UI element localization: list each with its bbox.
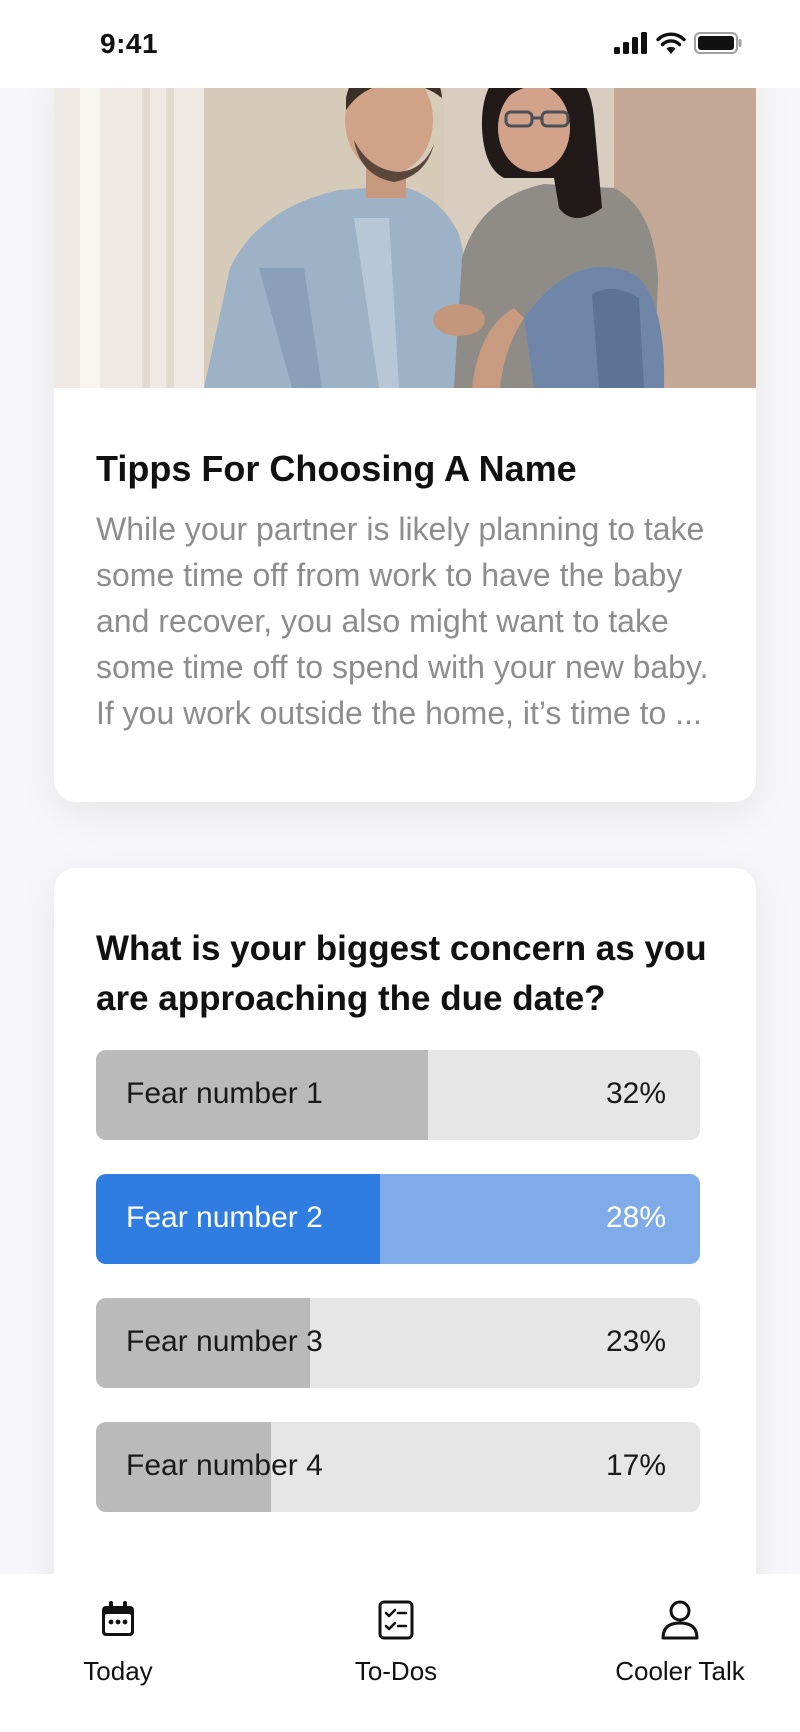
poll-option-label: Fear number 3 [126, 1325, 323, 1358]
status-time: 9:41 [100, 28, 159, 59]
poll-option-percent: 32% [605, 1077, 666, 1110]
tab-cooler-talk-label: Cooler Talk [615, 1656, 745, 1686]
tab-todos[interactable]: To-Dos [296, 1598, 496, 1687]
status-icons [614, 32, 742, 54]
poll-card: What is your biggest concern as you are … [54, 868, 756, 1574]
person-icon [661, 1600, 699, 1640]
status-bar: 9:41 [0, 0, 800, 88]
poll-option-label: Fear number 1 [126, 1077, 323, 1110]
poll-option-1[interactable]: Fear number 1 32% [96, 1050, 700, 1140]
couple-photo-illustration [54, 88, 756, 388]
article-excerpt: While your partner is likely planning to… [96, 511, 709, 731]
calendar-icon [102, 1601, 134, 1636]
poll-option-label: Fear number 4 [126, 1449, 323, 1482]
signal-icon [614, 32, 647, 54]
wifi-icon [656, 32, 686, 54]
poll-option-percent: 28% [605, 1201, 666, 1234]
article-photo [54, 88, 756, 388]
feed-scroll-area[interactable]: Tipps For Choosing A Name While your par… [0, 88, 800, 1574]
tab-today-label: Today [83, 1656, 153, 1686]
battery-icon [694, 32, 742, 54]
poll-option-3[interactable]: Fear number 3 23% [96, 1298, 700, 1388]
poll-option-percent: 23% [605, 1325, 666, 1358]
poll-option-percent: 17% [605, 1449, 666, 1482]
article-card[interactable]: Tipps For Choosing A Name While your par… [54, 88, 756, 802]
poll-question: What is your biggest concern as you are … [96, 929, 707, 1018]
checklist-icon [378, 1600, 414, 1640]
tab-todos-label: To-Dos [354, 1656, 438, 1686]
poll-option-2[interactable]: Fear number 2 28% [96, 1174, 700, 1264]
tab-today[interactable]: Today [18, 1598, 218, 1687]
tab-cooler-talk[interactable]: Cooler Talk [580, 1598, 780, 1687]
bottom-tab-bar: Today To-Dos Cooler Talk [0, 1574, 800, 1732]
poll-option-label: Fear number 2 [126, 1201, 323, 1234]
article-title: Tipps For Choosing A Name [96, 448, 577, 489]
poll-option-4[interactable]: Fear number 4 17% [96, 1422, 700, 1512]
